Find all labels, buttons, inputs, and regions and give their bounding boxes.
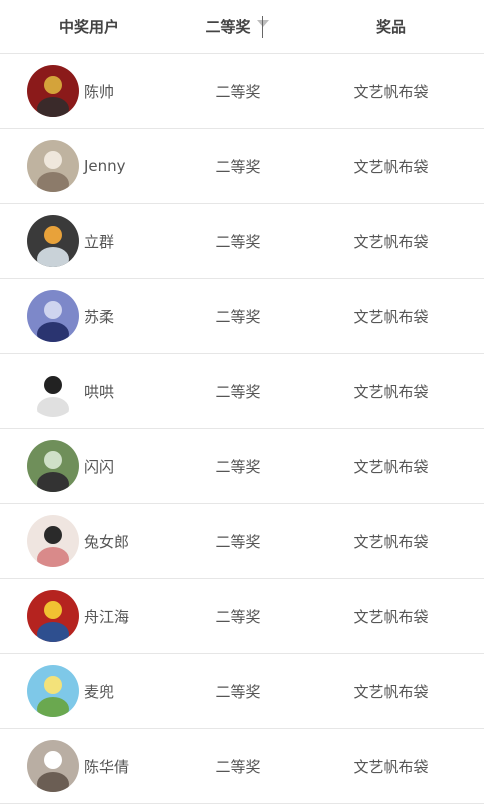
user-name: 立群 bbox=[84, 232, 115, 251]
avatar[interactable] bbox=[27, 140, 79, 192]
prize-cell: 文艺帆布袋 bbox=[353, 382, 429, 401]
winners-table: 中奖用户 二等奖 奖品 陈帅 二等奖 文艺帆布袋 Jenny 二等奖 文艺帆布袋 立群 二等奖… bbox=[0, 0, 484, 804]
avatar[interactable] bbox=[27, 290, 79, 342]
table-row[interactable]: 兔女郎 二等奖 文艺帆布袋 bbox=[0, 504, 484, 579]
prize-cell: 文艺帆布袋 bbox=[353, 307, 429, 326]
prize-cell: 文艺帆布袋 bbox=[353, 157, 429, 176]
prize-level-cell: 二等奖 bbox=[215, 157, 261, 176]
user-name: Jenny bbox=[84, 157, 126, 175]
user-name: 兔女郎 bbox=[84, 532, 130, 551]
user-cell: 闪闪 bbox=[0, 440, 178, 492]
avatar[interactable] bbox=[27, 440, 79, 492]
table-header: 中奖用户 二等奖 奖品 bbox=[0, 0, 484, 54]
avatar[interactable] bbox=[27, 365, 79, 417]
table-row[interactable]: 麦兜 二等奖 文艺帆布袋 bbox=[0, 654, 484, 729]
avatar[interactable] bbox=[27, 665, 79, 717]
user-cell: 哄哄 bbox=[0, 365, 178, 417]
table-row[interactable]: 陈华倩 二等奖 文艺帆布袋 bbox=[0, 729, 484, 804]
prize-level-cell: 二等奖 bbox=[215, 757, 261, 776]
header-prize: 奖品 bbox=[298, 16, 484, 37]
user-name: 苏柔 bbox=[84, 307, 115, 326]
header-prize-level[interactable]: 二等奖 bbox=[178, 14, 298, 40]
header-prize-label: 奖品 bbox=[375, 18, 406, 36]
user-cell: 陈帅 bbox=[0, 65, 178, 117]
avatar[interactable] bbox=[27, 740, 79, 792]
avatar[interactable] bbox=[27, 590, 79, 642]
prize-level-cell: 二等奖 bbox=[215, 307, 261, 326]
user-cell: 苏柔 bbox=[0, 290, 178, 342]
user-cell: 舟江海 bbox=[0, 590, 178, 642]
header-prize-level-label: 二等奖 bbox=[205, 18, 251, 36]
table-row[interactable]: Jenny 二等奖 文艺帆布袋 bbox=[0, 129, 484, 204]
user-name: 哄哄 bbox=[84, 382, 115, 401]
table-row[interactable]: 立群 二等奖 文艺帆布袋 bbox=[0, 204, 484, 279]
user-name: 陈帅 bbox=[84, 82, 115, 101]
user-name: 陈华倩 bbox=[84, 757, 130, 776]
filter-icon[interactable] bbox=[256, 14, 271, 40]
header-user: 中奖用户 bbox=[0, 16, 178, 37]
prize-cell: 文艺帆布袋 bbox=[353, 607, 429, 626]
prize-cell: 文艺帆布袋 bbox=[353, 757, 429, 776]
prize-level-cell: 二等奖 bbox=[215, 532, 261, 551]
table-body: 陈帅 二等奖 文艺帆布袋 Jenny 二等奖 文艺帆布袋 立群 二等奖 文艺帆布袋 苏柔 二等奖 文艺… bbox=[0, 54, 484, 804]
user-cell: Jenny bbox=[0, 140, 178, 192]
table-row[interactable]: 闪闪 二等奖 文艺帆布袋 bbox=[0, 429, 484, 504]
user-name: 闪闪 bbox=[84, 457, 115, 476]
prize-cell: 文艺帆布袋 bbox=[353, 82, 429, 101]
prize-cell: 文艺帆布袋 bbox=[353, 682, 429, 701]
user-cell: 麦兜 bbox=[0, 665, 178, 717]
avatar[interactable] bbox=[27, 65, 79, 117]
prize-level-cell: 二等奖 bbox=[215, 607, 261, 626]
prize-level-cell: 二等奖 bbox=[215, 457, 261, 476]
avatar[interactable] bbox=[27, 515, 79, 567]
user-name: 麦兜 bbox=[84, 682, 115, 701]
avatar[interactable] bbox=[27, 215, 79, 267]
user-cell: 陈华倩 bbox=[0, 740, 178, 792]
user-cell: 立群 bbox=[0, 215, 178, 267]
prize-cell: 文艺帆布袋 bbox=[353, 532, 429, 551]
user-cell: 兔女郎 bbox=[0, 515, 178, 567]
prize-level-cell: 二等奖 bbox=[215, 382, 261, 401]
prize-level-cell: 二等奖 bbox=[215, 232, 261, 251]
prize-level-cell: 二等奖 bbox=[215, 682, 261, 701]
header-user-label: 中奖用户 bbox=[58, 18, 119, 36]
prize-cell: 文艺帆布袋 bbox=[353, 457, 429, 476]
table-row[interactable]: 哄哄 二等奖 文艺帆布袋 bbox=[0, 354, 484, 429]
table-row[interactable]: 苏柔 二等奖 文艺帆布袋 bbox=[0, 279, 484, 354]
user-name: 舟江海 bbox=[84, 607, 130, 626]
prize-level-cell: 二等奖 bbox=[215, 82, 261, 101]
prize-cell: 文艺帆布袋 bbox=[353, 232, 429, 251]
table-row[interactable]: 舟江海 二等奖 文艺帆布袋 bbox=[0, 579, 484, 654]
table-row[interactable]: 陈帅 二等奖 文艺帆布袋 bbox=[0, 54, 484, 129]
